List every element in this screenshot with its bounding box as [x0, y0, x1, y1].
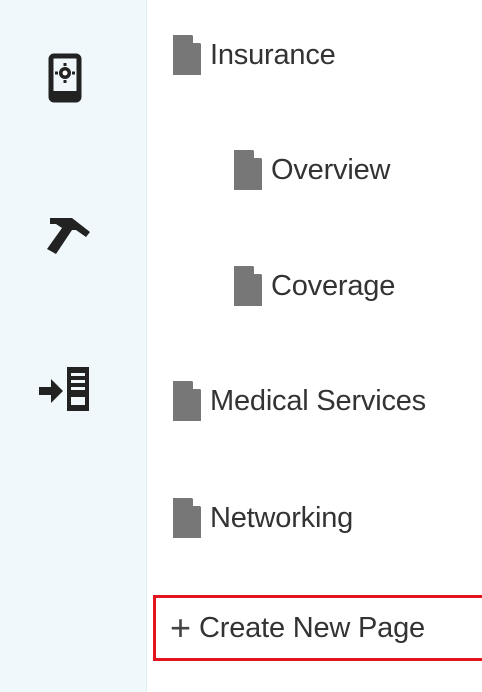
page-label: Medical Services	[210, 384, 426, 417]
page-icon	[234, 266, 262, 306]
mobile-settings-icon	[48, 53, 82, 103]
hammer-icon	[36, 208, 94, 258]
deploy-server-icon	[37, 364, 93, 414]
page-tree	[147, 0, 482, 692]
page-item-networking[interactable]: Networking	[173, 496, 353, 540]
page-icon	[173, 35, 201, 75]
page-icon	[173, 381, 201, 421]
page-item-medical-services[interactable]: Medical Services	[173, 379, 426, 423]
plus-icon: +	[170, 607, 192, 648]
build-button[interactable]	[32, 200, 98, 266]
page-label: Insurance	[210, 38, 336, 71]
page-item-coverage[interactable]: Coverage	[234, 264, 395, 308]
left-rail	[0, 0, 147, 692]
page-icon	[234, 150, 262, 190]
page-label: Overview	[271, 153, 391, 186]
page-label: Networking	[210, 501, 354, 534]
page-item-overview[interactable]: Overview	[234, 148, 390, 192]
create-new-page-button[interactable]: + Create New Page	[153, 595, 482, 661]
deploy-button[interactable]	[32, 356, 98, 422]
page-icon	[173, 498, 201, 538]
page-label: Coverage	[271, 269, 396, 302]
mobile-settings-button[interactable]	[32, 45, 98, 111]
page-item-insurance[interactable]: Insurance	[173, 33, 336, 77]
create-new-page-label: Create New Page	[199, 611, 425, 644]
